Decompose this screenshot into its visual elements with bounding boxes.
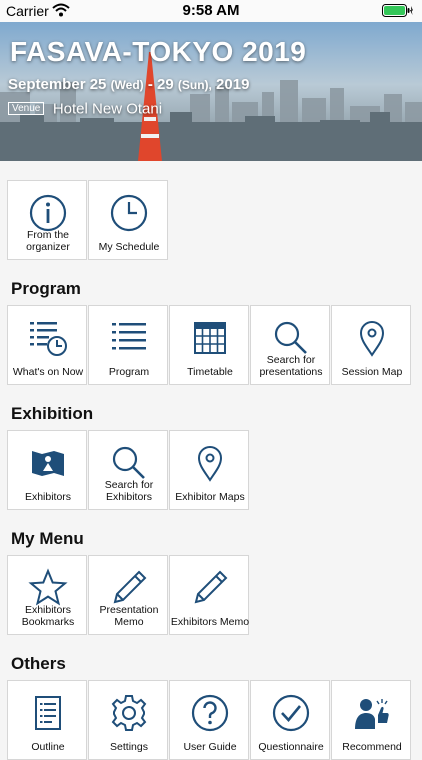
clock-icon — [89, 193, 169, 238]
program-heading: Program — [11, 279, 81, 298]
search-exhibitors-tile[interactable]: Search for Exhibitors — [88, 430, 168, 510]
tile-label: Search for presentations — [259, 354, 323, 378]
from-organizer-tile[interactable]: From the organizer — [7, 180, 87, 260]
list-clock-icon — [8, 318, 88, 363]
user-guide-tile[interactable]: User Guide — [169, 680, 249, 760]
gear-icon — [89, 693, 169, 738]
whats-on-now-tile[interactable]: What's on Now — [7, 305, 87, 385]
tile-label: Session Map — [341, 366, 403, 378]
question-icon — [170, 693, 250, 738]
date-end: 29 — [157, 76, 174, 93]
date-separator: - — [147, 76, 153, 93]
my-menu-heading: My Menu — [11, 529, 84, 548]
tile-label: Exhibitor Maps — [175, 491, 245, 503]
program-tile[interactable]: Program — [88, 305, 168, 385]
tile-label: Timetable — [187, 366, 233, 378]
event-banner: FASAVA-TOKYO 2019 September 25 (Wed) - 2… — [0, 22, 422, 161]
status-time: 9:58 AM — [182, 2, 240, 19]
tile-label: Settings — [110, 741, 148, 753]
tile-label: Program — [108, 366, 150, 378]
list-icon — [89, 318, 169, 363]
battery-icon — [382, 4, 414, 20]
pencil-icon — [170, 568, 250, 613]
venue-row: Venue Hotel New Otani — [8, 100, 162, 118]
tile-label: Questionnaire — [258, 741, 324, 753]
event-dates: September 25 (Wed) - 29 (Sun), 2019 — [8, 76, 249, 93]
day-start: (Wed) — [110, 78, 144, 92]
map-pin-icon — [332, 318, 412, 363]
tile-label: Recommend — [342, 741, 402, 753]
tile-label: Exhibitors Memo — [170, 616, 250, 628]
tile-label: User Guide — [183, 741, 237, 753]
exhibition-heading: Exhibition — [11, 404, 94, 423]
outline-tile[interactable]: Outline — [7, 680, 87, 760]
my-schedule-tile[interactable]: My Schedule — [88, 180, 168, 260]
recommend-icon — [332, 693, 412, 738]
tile-label: Exhibitors Bookmarks — [21, 604, 75, 628]
search-presentations-tile[interactable]: Search for presentations — [250, 305, 330, 385]
tile-label: Presentation Memo — [99, 604, 159, 628]
exhibitors-bookmarks-tile[interactable]: Exhibitors Bookmarks — [7, 555, 87, 635]
questionnaire-tile[interactable]: Questionnaire — [250, 680, 330, 760]
exhibitor-maps-tile[interactable]: Exhibitor Maps — [169, 430, 249, 510]
venue-name: Hotel New Otani — [52, 100, 163, 118]
presentation-memo-tile[interactable]: Presentation Memo — [88, 555, 168, 635]
recommend-tile[interactable]: Recommend — [331, 680, 411, 760]
session-map-tile[interactable]: Session Map — [331, 305, 411, 385]
tile-label: Search for Exhibitors — [104, 479, 154, 503]
settings-tile[interactable]: Settings — [88, 680, 168, 760]
document-icon — [8, 693, 88, 738]
status-bar: Carrier 9:58 AM — [0, 0, 422, 22]
checkmark-icon — [251, 693, 331, 738]
exhibitors-memo-tile[interactable]: Exhibitors Memo — [169, 555, 249, 635]
timetable-tile[interactable]: Timetable — [169, 305, 249, 385]
calendar-grid-icon — [170, 318, 250, 363]
event-title: FASAVA-TOKYO 2019 — [10, 36, 307, 67]
tile-label: Outline — [31, 741, 65, 753]
tile-label: What's on Now — [12, 366, 84, 378]
tile-label: My Schedule — [98, 241, 160, 253]
date-start: September 25 — [8, 76, 107, 93]
exhibitor-booth-icon — [8, 443, 88, 488]
event-year: 2019 — [216, 76, 250, 93]
venue-tag: Venue — [8, 102, 45, 116]
tile-label: Exhibitors — [24, 491, 72, 503]
tile-label: From the organizer — [26, 229, 70, 253]
exhibitors-tile[interactable]: Exhibitors — [7, 430, 87, 510]
map-pin-icon — [170, 443, 250, 488]
day-end: (Sun), — [177, 78, 212, 92]
others-heading: Others — [11, 654, 66, 673]
